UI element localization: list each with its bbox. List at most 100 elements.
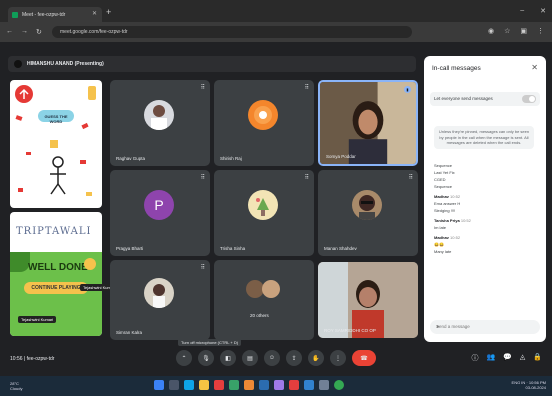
tile-more-icon[interactable]: ⠿ [201,174,205,181]
well-done-text: WELL DONE! [28,262,92,273]
chat-line: Many late [434,249,452,254]
participant-video [320,82,416,164]
chrome-icon[interactable] [334,380,344,390]
weather-desc: Cloudy [10,386,23,391]
app-icon[interactable] [304,380,314,390]
chat-icon[interactable]: 💬 [503,353,512,363]
participant-name: Pragya Bharti [116,246,144,251]
minimize-icon[interactable]: – [520,7,524,15]
chat-sender: Madhav 10:52 [434,194,461,199]
tile-more-icon[interactable]: ⠿ [305,84,309,91]
app-icon[interactable] [229,380,239,390]
info-icon[interactable]: ⓘ [471,353,478,363]
language-indicator: ENG IN [511,380,526,385]
chat-sender: Tanisha Priya 10:52 [434,218,471,223]
app-icon[interactable] [244,380,254,390]
meeting-code: fee-ozpw-tdr [26,356,55,362]
url-text: meet.google.com/fee-ozpw-tdr [60,29,128,35]
tile-more-icon[interactable]: ⠿ [409,174,413,181]
slide-emoji-icon [84,258,96,270]
chat-input[interactable]: Send a message ➤ [430,320,540,334]
slide-game-caption: GUESS THE WORD [44,114,68,124]
participant-tile-others[interactable]: 20 others [214,260,314,340]
microphone-button[interactable]: 🎙 [198,350,214,366]
chat-line: Sequence [434,163,453,168]
tile-more-icon[interactable]: ⠿ [201,264,205,271]
store-icon[interactable] [214,380,224,390]
caption-chevron-button[interactable]: ⌃ [176,350,192,366]
raise-hand-button[interactable]: ✋ [308,350,324,366]
browser-titlebar: Meet - fee-ozpw-tdr ✕ + – ✕ [0,0,552,22]
more-options-button[interactable]: ⋮ [330,350,346,366]
reload-icon[interactable]: ↻ [36,28,42,36]
toggle-label: Let everyone send messages [434,96,493,101]
extensions-icon[interactable]: ▣ [520,27,527,35]
new-tab-button[interactable]: + [106,7,111,17]
participant-name: 20 others [250,313,269,318]
participant-tile[interactable]: ⠿ Simran Kalra [110,260,210,340]
file-explorer-icon[interactable] [199,380,209,390]
bookmark-star-icon[interactable]: ☆ [504,27,510,35]
participant-tile-speaking[interactable]: ▮ Somya Poddar [318,80,418,166]
meeting-info: 10:56 | fee-ozpw-tdr [10,356,55,362]
presentation-slide-top: GUESS THE WORD [10,80,102,208]
activities-icon[interactable]: ◬ [520,353,525,363]
end-call-button[interactable]: ☎ [352,350,376,366]
search-icon[interactable] [169,380,179,390]
participant-tile[interactable]: ⠿ Raghav Gupta [110,80,210,166]
send-messages-toggle-row: Let everyone send messages [430,92,540,106]
system-tray[interactable]: ENG IN · 10:56 PM 03-08-2024 [512,380,546,390]
back-icon[interactable]: ← [6,28,13,36]
host-controls-icon[interactable]: 🔒 [533,353,542,363]
app-icon[interactable] [259,380,269,390]
close-chat-icon[interactable]: ✕ [531,63,538,72]
participant-tile[interactable]: ⠿ P Pragya Bharti [110,170,210,256]
participant-tile[interactable]: ⠿ Manan Shahdev [318,170,418,256]
participant-tile[interactable]: ⠿ Trisha Sinha [214,170,314,256]
others-avatar-2 [262,280,280,298]
present-button[interactable]: ⇪ [286,350,302,366]
browser-tab[interactable]: Meet - fee-ozpw-tdr ✕ [8,7,102,22]
weather-widget[interactable]: 28°C Cloudy [10,381,22,391]
close-tab-icon[interactable]: ✕ [92,10,97,17]
participant-name: Trisha Sinha [220,246,246,251]
people-icon[interactable]: 👥 [486,353,495,363]
participant-name: Shirish Raj [220,156,242,161]
chat-line: Last Yet Fix [434,170,455,175]
presenter-bar: HIMANSHU ANAND (Presenting) [8,56,416,72]
send-messages-toggle[interactable] [522,95,536,103]
camera-button[interactable]: ◧ [220,350,236,366]
mic-tooltip: Turn off microphone (CTRL + D) [178,339,242,346]
call-controls: ⌃ 🎙 ◧ ▤ ☺ ⇪ ✋ ⋮ ☎ [176,350,376,366]
participant-tile-video[interactable]: ROY SAMRIDDHI CO OP [318,262,418,338]
app-icon[interactable] [319,380,329,390]
chat-title: In-call messages [432,65,481,72]
tile-more-icon[interactable]: ⠿ [201,84,205,91]
participant-tile[interactable]: ⠿ Shirish Raj [214,80,314,166]
close-window-icon[interactable]: ✕ [540,7,546,15]
participant-avatar: P [144,190,174,220]
start-icon[interactable] [154,380,164,390]
app-icon[interactable] [274,380,284,390]
emoji-button[interactable]: ☺ [264,350,280,366]
forward-icon[interactable]: → [21,28,28,36]
app-icon[interactable] [289,380,299,390]
presentation-slide-bottom: TRIPTAWALI WELL DONE! CONTINUE PLAYING T… [10,212,102,336]
tab-title: Meet - fee-ozpw-tdr [22,11,66,18]
speaking-indicator-icon: ▮ [404,86,411,93]
participant-avatar [352,190,382,220]
side-controls: ⓘ 👥 💬 ◬ 🔒 [471,353,542,363]
address-bar[interactable]: meet.google.com/fee-ozpw-tdr [52,26,412,38]
chat-line: CGED [434,177,446,182]
send-icon[interactable]: ➤ [436,324,534,330]
avatar-initial: P [154,197,164,213]
presenter-avatar [14,60,22,68]
camera-status-icon[interactable]: ◉ [488,27,494,35]
browser-menu-icon[interactable]: ⋮ [537,27,544,35]
captions-button[interactable]: ▤ [242,350,258,366]
tile-more-icon[interactable]: ⠿ [305,174,309,181]
chat-sender: Madhav 10:52 [434,235,461,240]
edge-icon[interactable] [184,380,194,390]
chat-time: 10:52 [450,194,461,199]
name-tag-overlay: Tejashwini Kumari [18,316,57,323]
